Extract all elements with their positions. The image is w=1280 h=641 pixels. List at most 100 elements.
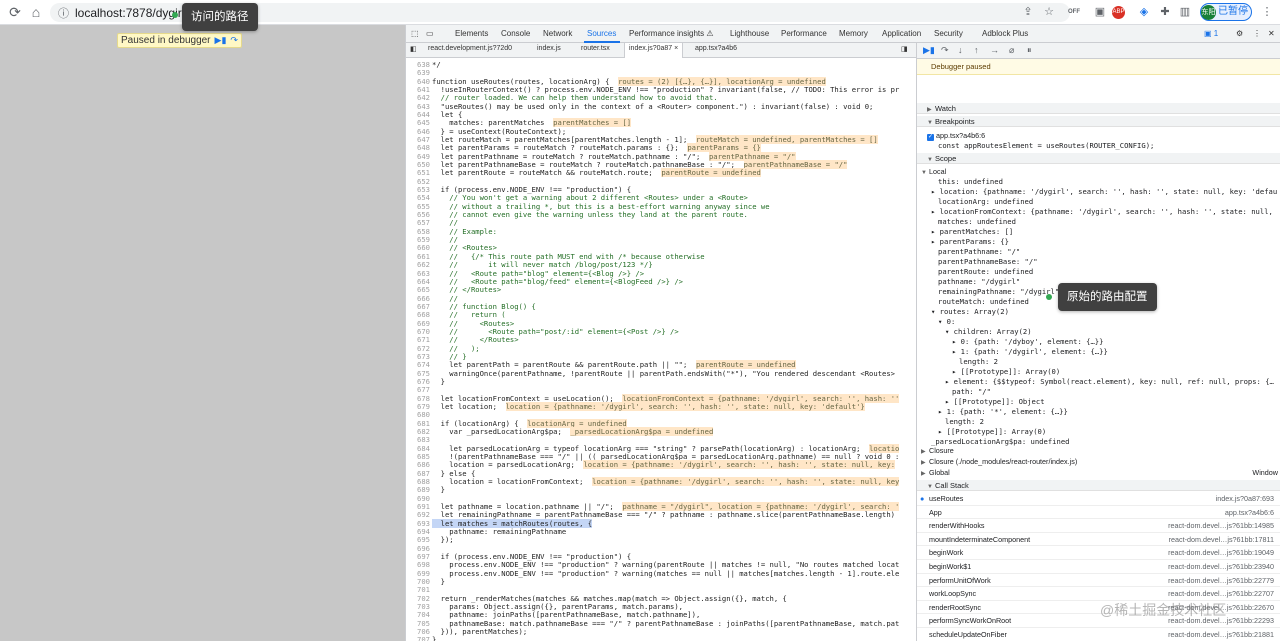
file-tab-app-tsx[interactable]: app.tsx?a4b6 — [695, 45, 737, 52]
call-frame[interactable]: scheduleUpdateOnFiber react-dom.devel…js?… — [917, 628, 1280, 641]
scope-variable[interactable]: routeMatch: undefined — [938, 297, 1029, 306]
resume-icon[interactable]: ▶▮ — [215, 34, 227, 47]
line-number[interactable]: 707 — [406, 635, 430, 641]
device-toolbar-icon[interactable]: ▭ — [426, 29, 434, 38]
tab-sources[interactable]: Sources — [587, 29, 616, 38]
call-frame[interactable]: beginWork react-dom.devel…js?61bb:19049 — [917, 546, 1280, 560]
step-out-icon[interactable]: ↑ — [974, 45, 979, 55]
breakpoint-checkbox[interactable]: ✓ — [927, 134, 934, 141]
breakpoints-section-header[interactable]: ▼ Breakpoints — [917, 116, 1280, 127]
step-into-icon[interactable]: ↓ — [958, 45, 963, 55]
scope-closure-react-router[interactable]: ▶ Closure (./node_modules/react-router/in… — [921, 457, 1077, 466]
call-frame[interactable]: performUnitOfWork react-dom.devel…js?61bb… — [917, 574, 1280, 588]
extensions-puzzle-icon[interactable]: ✚ — [1157, 4, 1173, 20]
bookmark-star-icon[interactable]: ☆ — [1041, 4, 1057, 20]
call-frame[interactable]: mountIndeterminateComponent react-dom.dev… — [917, 533, 1280, 547]
tab-performance-insights[interactable]: Performance insights ⚠ — [629, 29, 714, 38]
scope-variable[interactable]: ▸ [[Prototype]]: Object — [945, 397, 1045, 406]
file-tab-router-tsx[interactable]: router.tsx — [581, 45, 610, 52]
scope-variable[interactable]: ▾ routes: Array(2) — [931, 307, 1009, 316]
code-line: } — [432, 635, 436, 641]
scope-variable[interactable]: _parsedLocationArg$pa: undefined — [931, 437, 1069, 446]
tab-application[interactable]: Application — [882, 29, 921, 38]
call-frame[interactable]: workLoopSync react-dom.devel…js?61bb:2270… — [917, 587, 1280, 601]
issues-badge[interactable]: ▣ 1 — [1204, 29, 1218, 38]
scope-variable[interactable]: ▸ parentParams: {} — [931, 237, 1009, 246]
avatar[interactable]: 东阳 — [1201, 5, 1216, 20]
call-frame[interactable]: App app.tsx?a4b6:6 — [917, 506, 1280, 520]
call-frame[interactable]: beginWork$1 react-dom.devel…js?61bb:23940 — [917, 560, 1280, 574]
scope-variable[interactable]: ▸ element: {$$typeof: Symbol(react.eleme… — [945, 377, 1274, 386]
menu-kebab-icon[interactable]: ⋮ — [1259, 4, 1275, 20]
resume-icon[interactable]: ▶▮ — [923, 45, 935, 56]
tab-performance[interactable]: Performance — [781, 29, 827, 38]
tab-elements[interactable]: Elements — [455, 29, 488, 38]
scope-variable[interactable]: ▸ [[Prototype]]: Array(0) — [952, 367, 1060, 376]
code-line: } — [432, 377, 445, 386]
tab-lighthouse[interactable]: Lighthouse — [730, 29, 769, 38]
scope-local-header[interactable]: ▼ Local — [921, 167, 946, 176]
scope-section-header[interactable]: ▼ Scope — [917, 153, 1280, 164]
deactivate-breakpoints-icon[interactable]: ⌀ — [1009, 45, 1014, 56]
scope-variable[interactable]: path: "/" — [952, 387, 991, 396]
call-frame-location: react-dom.devel…js?61bb:22779 — [1168, 575, 1274, 585]
devtools-menu-icon[interactable]: ⋮ — [1253, 29, 1261, 38]
scope-variable[interactable]: length: 2 — [945, 417, 984, 426]
scope-variable[interactable]: remainingPathname: "/dygirl" — [938, 287, 1059, 296]
scope-variable[interactable]: parentRoute: undefined — [938, 267, 1033, 276]
breakpoint-item[interactable]: ✓ app.tsx?a4b6:6 — [927, 131, 985, 141]
scope-variable[interactable]: ▸ [[Prototype]]: Array(0) — [938, 427, 1046, 436]
home-icon[interactable]: ⌂ — [27, 3, 45, 21]
step-over-icon[interactable]: ↷ — [941, 45, 949, 56]
scope-global[interactable]: ▶ Global Window — [921, 468, 1278, 477]
step-icon[interactable]: → — [990, 45, 999, 55]
breakpoint-file: app.tsx?a4b6:6 — [936, 131, 986, 140]
shield-extension-icon[interactable]: ◈ — [1136, 4, 1152, 20]
tab-network[interactable]: Network — [543, 29, 572, 38]
global-value: Window — [1252, 468, 1278, 477]
adblock-icon[interactable]: ABP — [1112, 6, 1125, 19]
share-icon[interactable]: ⇪ — [1020, 4, 1036, 20]
call-frame[interactable]: ● useRoutes index.js?0a87:693 — [917, 492, 1280, 506]
scope-variable[interactable]: ▸ 0: {path: '/dyboy', element: {…}} — [952, 337, 1103, 346]
extension-icon[interactable]: ▣ — [1092, 4, 1108, 20]
scope-variable[interactable]: pathname: "/dygirl" — [938, 277, 1020, 286]
tab-adblock-plus[interactable]: Adblock Plus — [982, 29, 1028, 38]
site-info-icon[interactable]: ⓘ — [58, 5, 69, 21]
scope-variable[interactable]: locationArg: undefined — [938, 197, 1033, 206]
url-text[interactable]: localhost:7878/dygirl — [75, 6, 184, 20]
sidebar-icon[interactable]: ▥ — [1177, 4, 1193, 20]
scope-closure[interactable]: ▶ Closure — [921, 446, 954, 455]
file-tab-index-js[interactable]: index.js — [537, 45, 561, 52]
scope-variable[interactable]: this: undefined — [938, 177, 1003, 186]
settings-gear-icon[interactable]: ⚙ — [1236, 29, 1243, 38]
tab-memory[interactable]: Memory — [839, 29, 868, 38]
inspect-element-icon[interactable]: ⬚ — [411, 29, 419, 38]
file-tab-index-js-active[interactable]: index.js?0a87 × — [624, 43, 684, 58]
call-frame[interactable]: renderWithHooks react-dom.devel…js?61bb:1… — [917, 519, 1280, 533]
code-editor[interactable]: 638 */639 640 function useRoutes(routes, lo… — [406, 58, 916, 641]
close-devtools-icon[interactable]: ✕ — [1268, 29, 1275, 38]
scope-variable[interactable]: ▸ 1: {path: '*', element: {…}} — [938, 407, 1068, 416]
step-over-icon[interactable]: ↷ — [230, 34, 238, 47]
scope-variable[interactable]: length: 2 — [959, 357, 998, 366]
scope-variable[interactable]: parentPathname: "/" — [938, 247, 1020, 256]
scope-variable[interactable]: ▸ 1: {path: '/dygirl', element: {…}} — [952, 347, 1108, 356]
scope-variable[interactable]: matches: undefined — [938, 217, 1016, 226]
scope-variable[interactable]: ▾ children: Array(2) — [945, 327, 1032, 336]
scope-variable[interactable]: parentPathnameBase: "/" — [938, 257, 1038, 266]
scope-variable[interactable]: ▸ location: {pathname: '/dygirl', search… — [931, 187, 1277, 196]
scope-variable[interactable]: ▸ locationFromContext: {pathname: '/dygi… — [931, 207, 1273, 216]
scope-variable[interactable]: ▾ 0: — [938, 317, 955, 326]
watch-section-header[interactable]: ▶ Watch — [917, 103, 1280, 114]
reload-icon[interactable]: ⟳ — [6, 3, 24, 21]
navigator-toggle-icon[interactable]: ◧ — [410, 45, 417, 53]
tab-security[interactable]: Security — [934, 29, 963, 38]
scope-variable[interactable]: ▸ parentMatches: [] — [931, 227, 1013, 236]
tab-console[interactable]: Console — [501, 29, 530, 38]
pause-on-exceptions-icon[interactable]: ⏸ — [1027, 45, 1032, 56]
callstack-section-header[interactable]: ▼ Call Stack — [917, 480, 1280, 491]
debugger-sidebar-toggle-icon[interactable]: ◨ — [901, 45, 908, 53]
file-tab-react-development[interactable]: react.development.js?72d0 — [428, 45, 512, 52]
extension-off-icon[interactable]: OFF — [1066, 4, 1082, 20]
